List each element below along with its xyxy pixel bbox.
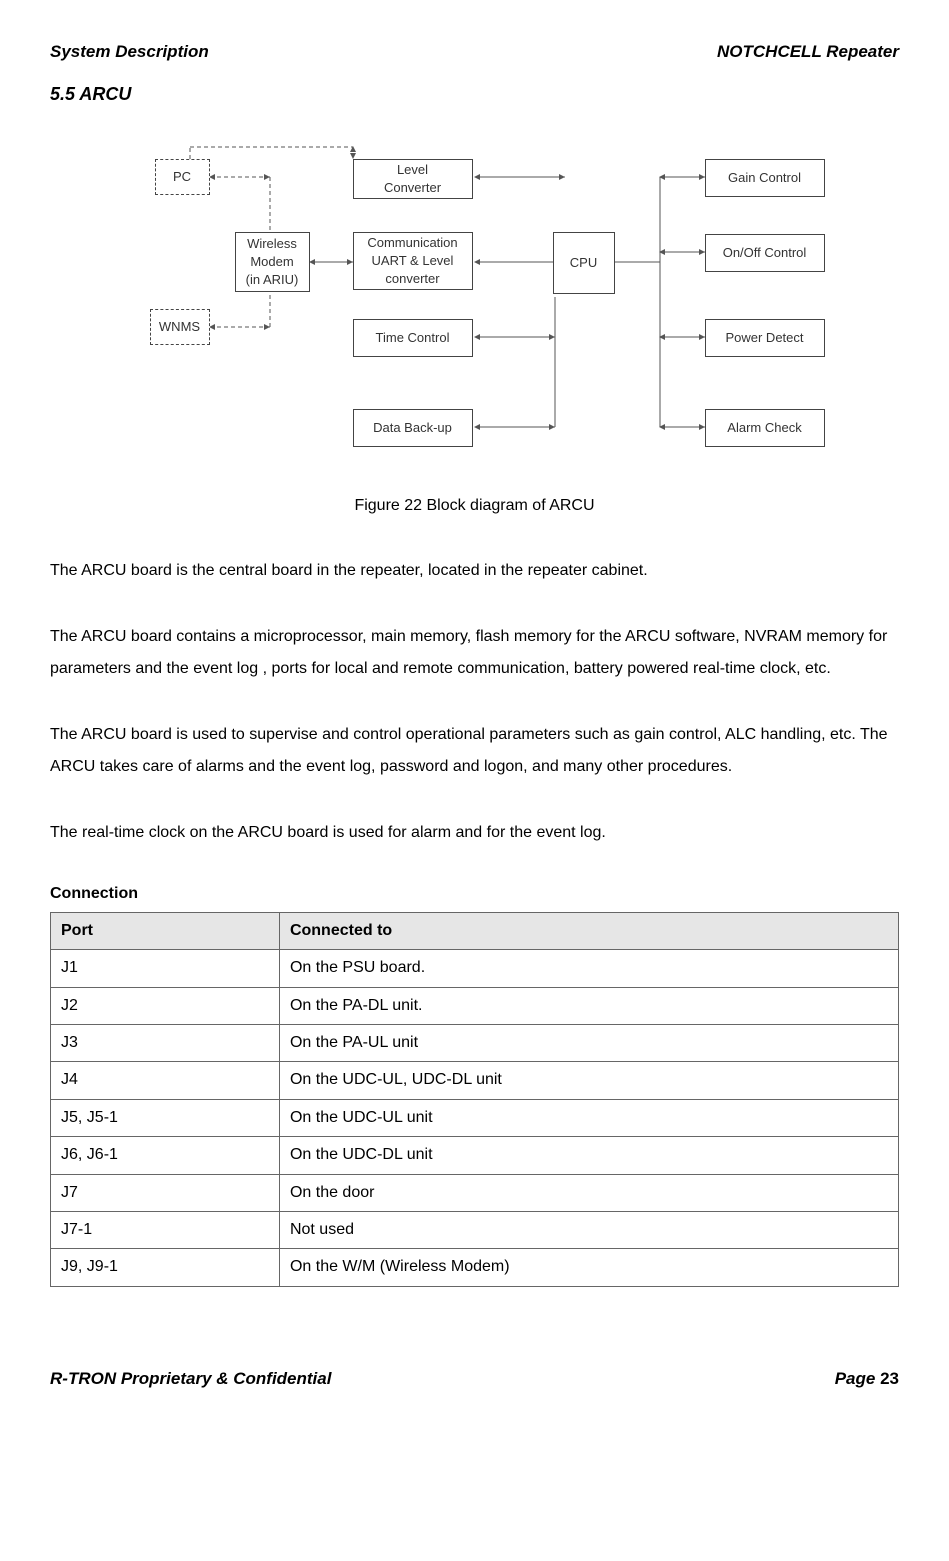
diagram-box-power: Power Detect bbox=[705, 319, 825, 357]
paragraph-4: The real-time clock on the ARCU board is… bbox=[50, 817, 899, 849]
table-row: J6, J6-1On the UDC-DL unit bbox=[51, 1137, 899, 1174]
diagram-box-backup: Data Back-up bbox=[353, 409, 473, 447]
cell-value: On the W/M (Wireless Modem) bbox=[279, 1249, 898, 1286]
diagram-box-cpu: CPU bbox=[553, 232, 615, 294]
diagram-box-pc: PC bbox=[155, 159, 210, 195]
table-row: J3On the PA-UL unit bbox=[51, 1024, 899, 1061]
cell-port: J4 bbox=[51, 1062, 280, 1099]
connection-table: Port Connected to J1On the PSU board. J2… bbox=[50, 912, 899, 1287]
cell-value: On the UDC-DL unit bbox=[279, 1137, 898, 1174]
cell-value: On the UDC-UL unit bbox=[279, 1099, 898, 1136]
cell-port: J7 bbox=[51, 1174, 280, 1211]
paragraph-2: The ARCU board contains a microprocessor… bbox=[50, 621, 899, 685]
cell-port: J1 bbox=[51, 950, 280, 987]
page-header: System Description NOTCHCELL Repeater bbox=[50, 40, 899, 64]
cell-value: On the PA-UL unit bbox=[279, 1024, 898, 1061]
diagram-box-onoff: On/Off Control bbox=[705, 234, 825, 272]
page-footer: R-TRON Proprietary & Confidential Page 2… bbox=[50, 1367, 899, 1391]
page-number: 23 bbox=[880, 1369, 899, 1388]
cell-port: J2 bbox=[51, 987, 280, 1024]
footer-page: Page 23 bbox=[835, 1367, 899, 1391]
table-row: J9, J9-1On the W/M (Wireless Modem) bbox=[51, 1249, 899, 1286]
col-port: Port bbox=[51, 912, 280, 949]
table-row: J4On the UDC-UL, UDC-DL unit bbox=[51, 1062, 899, 1099]
table-row: J1On the PSU board. bbox=[51, 950, 899, 987]
diagram-box-wnms: WNMS bbox=[150, 309, 210, 345]
table-row: J2On the PA-DL unit. bbox=[51, 987, 899, 1024]
table-row: J7-1Not used bbox=[51, 1211, 899, 1248]
cell-port: J3 bbox=[51, 1024, 280, 1061]
figure-caption: Figure 22 Block diagram of ARCU bbox=[50, 495, 899, 517]
cell-value: On the PA-DL unit. bbox=[279, 987, 898, 1024]
footer-left: R-TRON Proprietary & Confidential bbox=[50, 1367, 331, 1391]
cell-value: On the UDC-UL, UDC-DL unit bbox=[279, 1062, 898, 1099]
diagram-box-alarm: Alarm Check bbox=[705, 409, 825, 447]
cell-port: J5, J5-1 bbox=[51, 1099, 280, 1136]
col-connectedto: Connected to bbox=[279, 912, 898, 949]
table-row: J5, J5-1On the UDC-UL unit bbox=[51, 1099, 899, 1136]
page-label: Page bbox=[835, 1369, 880, 1388]
paragraph-1: The ARCU board is the central board in t… bbox=[50, 555, 899, 587]
cell-port: J6, J6-1 bbox=[51, 1137, 280, 1174]
table-row: J7On the door bbox=[51, 1174, 899, 1211]
diagram-box-comm: Communication UART & Level converter bbox=[353, 232, 473, 290]
connection-heading: Connection bbox=[50, 883, 899, 905]
cell-value: Not used bbox=[279, 1211, 898, 1248]
section-title: 5.5 ARCU bbox=[50, 82, 899, 107]
diagram-box-levelconv: Level Converter bbox=[353, 159, 473, 199]
header-right: NOTCHCELL Repeater bbox=[717, 40, 899, 64]
diagram-box-gain: Gain Control bbox=[705, 159, 825, 197]
cell-value: On the PSU board. bbox=[279, 950, 898, 987]
paragraph-3: The ARCU board is used to supervise and … bbox=[50, 719, 899, 783]
cell-port: J9, J9-1 bbox=[51, 1249, 280, 1286]
diagram-box-modem: Wireless Modem (in ARIU) bbox=[235, 232, 310, 292]
diagram-box-time: Time Control bbox=[353, 319, 473, 357]
cell-value: On the door bbox=[279, 1174, 898, 1211]
cell-port: J7-1 bbox=[51, 1211, 280, 1248]
table-header-row: Port Connected to bbox=[51, 912, 899, 949]
block-diagram: PC WNMS Wireless Modem (in ARIU) Level C… bbox=[50, 137, 899, 477]
header-left: System Description bbox=[50, 40, 209, 64]
